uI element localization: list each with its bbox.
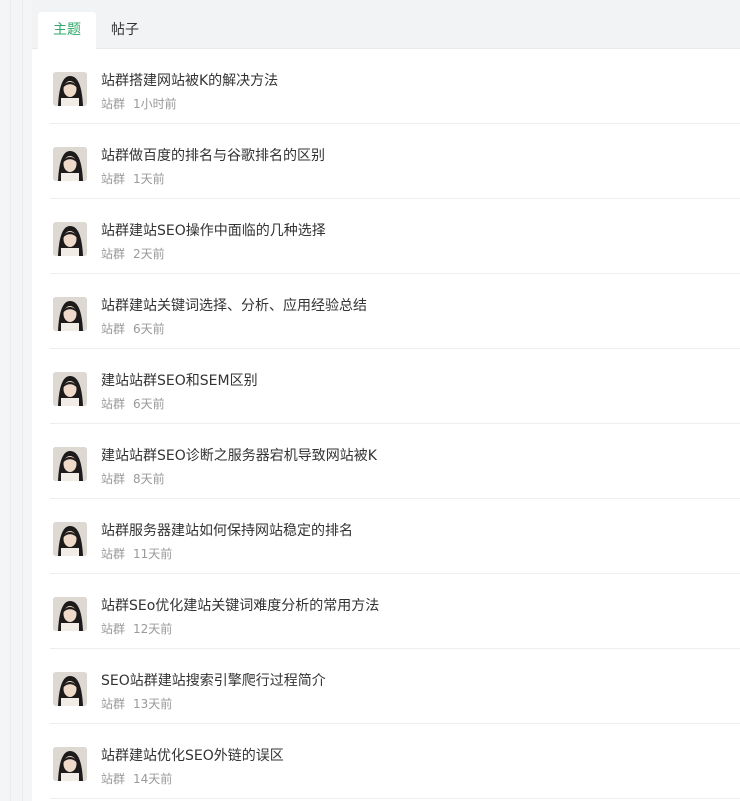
- topic-list: 站群搭建网站被K的解决方法 站群 1小时前 站群做百度的排名与谷歌排名的区别 站群…: [50, 49, 740, 799]
- topic-meta: 站群 14天前: [101, 770, 172, 787]
- post-time: 1小时前: [133, 97, 177, 111]
- author-name[interactable]: 站群: [101, 622, 125, 636]
- post-time: 8天前: [133, 472, 165, 486]
- tab-posts[interactable]: 帖子: [96, 12, 154, 48]
- topic-meta: 站群 11天前: [101, 545, 172, 562]
- author-name[interactable]: 站群: [101, 547, 125, 561]
- post-time: 6天前: [133, 322, 165, 336]
- topic-meta: 站群 2天前: [101, 245, 165, 262]
- avatar[interactable]: [53, 222, 87, 256]
- avatar[interactable]: [53, 372, 87, 406]
- topic-meta: 站群 8天前: [101, 470, 165, 487]
- topic-meta: 站群 1小时前: [101, 95, 177, 112]
- list-item: 站群建站SEO操作中面临的几种选择 站群 2天前: [50, 199, 740, 274]
- avatar[interactable]: [53, 672, 87, 706]
- topic-title[interactable]: 站群建站优化SEO外链的误区: [101, 745, 284, 765]
- post-time: 11天前: [133, 547, 173, 561]
- author-name[interactable]: 站群: [101, 772, 125, 786]
- avatar[interactable]: [53, 747, 87, 781]
- avatar[interactable]: [53, 447, 87, 481]
- list-item: 站群做百度的排名与谷歌排名的区别 站群 1天前: [50, 124, 740, 199]
- list-item: 站群SEo优化建站关键词难度分析的常用方法 站群 12天前: [50, 574, 740, 649]
- list-item: SEO站群建站搜索引擎爬行过程简介 站群 13天前: [50, 649, 740, 724]
- topic-title[interactable]: 站群SEo优化建站关键词难度分析的常用方法: [101, 595, 379, 615]
- list-item: 站群建站关键词选择、分析、应用经验总结 站群 6天前: [50, 274, 740, 349]
- author-name[interactable]: 站群: [101, 322, 125, 336]
- topic-title[interactable]: 站群搭建网站被K的解决方法: [101, 70, 278, 90]
- avatar[interactable]: [53, 147, 87, 181]
- list-item: 站群搭建网站被K的解决方法 站群 1小时前: [50, 49, 740, 124]
- topic-meta: 站群 6天前: [101, 395, 165, 412]
- author-name[interactable]: 站群: [101, 172, 125, 186]
- topic-title[interactable]: SEO站群建站搜索引擎爬行过程简介: [101, 670, 326, 690]
- topic-meta: 站群 1天前: [101, 170, 165, 187]
- topic-meta: 站群 13天前: [101, 695, 172, 712]
- author-name[interactable]: 站群: [101, 397, 125, 411]
- tab-bar: 主题 帖子: [32, 0, 740, 49]
- avatar[interactable]: [53, 597, 87, 631]
- list-item: 站群服务器建站如何保持网站稳定的排名 站群 11天前: [50, 499, 740, 574]
- topic-meta: 站群 6天前: [101, 320, 165, 337]
- avatar[interactable]: [53, 522, 87, 556]
- post-time: 1天前: [133, 172, 165, 186]
- topic-title[interactable]: 站群建站关键词选择、分析、应用经验总结: [101, 295, 367, 315]
- tab-topics[interactable]: 主题: [38, 12, 96, 49]
- list-item: 建站站群SEO和SEM区别 站群 6天前: [50, 349, 740, 424]
- avatar[interactable]: [53, 72, 87, 106]
- topic-panel: 主题 帖子 站群搭建网站被K的解决方法 站群 1小时前 站群做百度的排名与谷歌排名…: [32, 0, 740, 801]
- author-name[interactable]: 站群: [101, 697, 125, 711]
- topic-title[interactable]: 建站站群SEO和SEM区别: [101, 370, 258, 390]
- author-name[interactable]: 站群: [101, 97, 125, 111]
- topic-title[interactable]: 站群做百度的排名与谷歌排名的区别: [101, 145, 325, 165]
- topic-title[interactable]: 站群建站SEO操作中面临的几种选择: [101, 220, 326, 240]
- author-name[interactable]: 站群: [101, 472, 125, 486]
- post-time: 6天前: [133, 397, 165, 411]
- post-time: 12天前: [133, 622, 173, 636]
- topic-title[interactable]: 建站站群SEO诊断之服务器宕机导致网站被K: [101, 445, 377, 465]
- background-pattern: [0, 0, 32, 801]
- author-name[interactable]: 站群: [101, 247, 125, 261]
- post-time: 14天前: [133, 772, 173, 786]
- topic-meta: 站群 12天前: [101, 620, 172, 637]
- avatar[interactable]: [53, 297, 87, 331]
- topic-title[interactable]: 站群服务器建站如何保持网站稳定的排名: [101, 520, 353, 540]
- list-item: 建站站群SEO诊断之服务器宕机导致网站被K 站群 8天前: [50, 424, 740, 499]
- post-time: 2天前: [133, 247, 165, 261]
- post-time: 13天前: [133, 697, 173, 711]
- list-item: 站群建站优化SEO外链的误区 站群 14天前: [50, 724, 740, 799]
